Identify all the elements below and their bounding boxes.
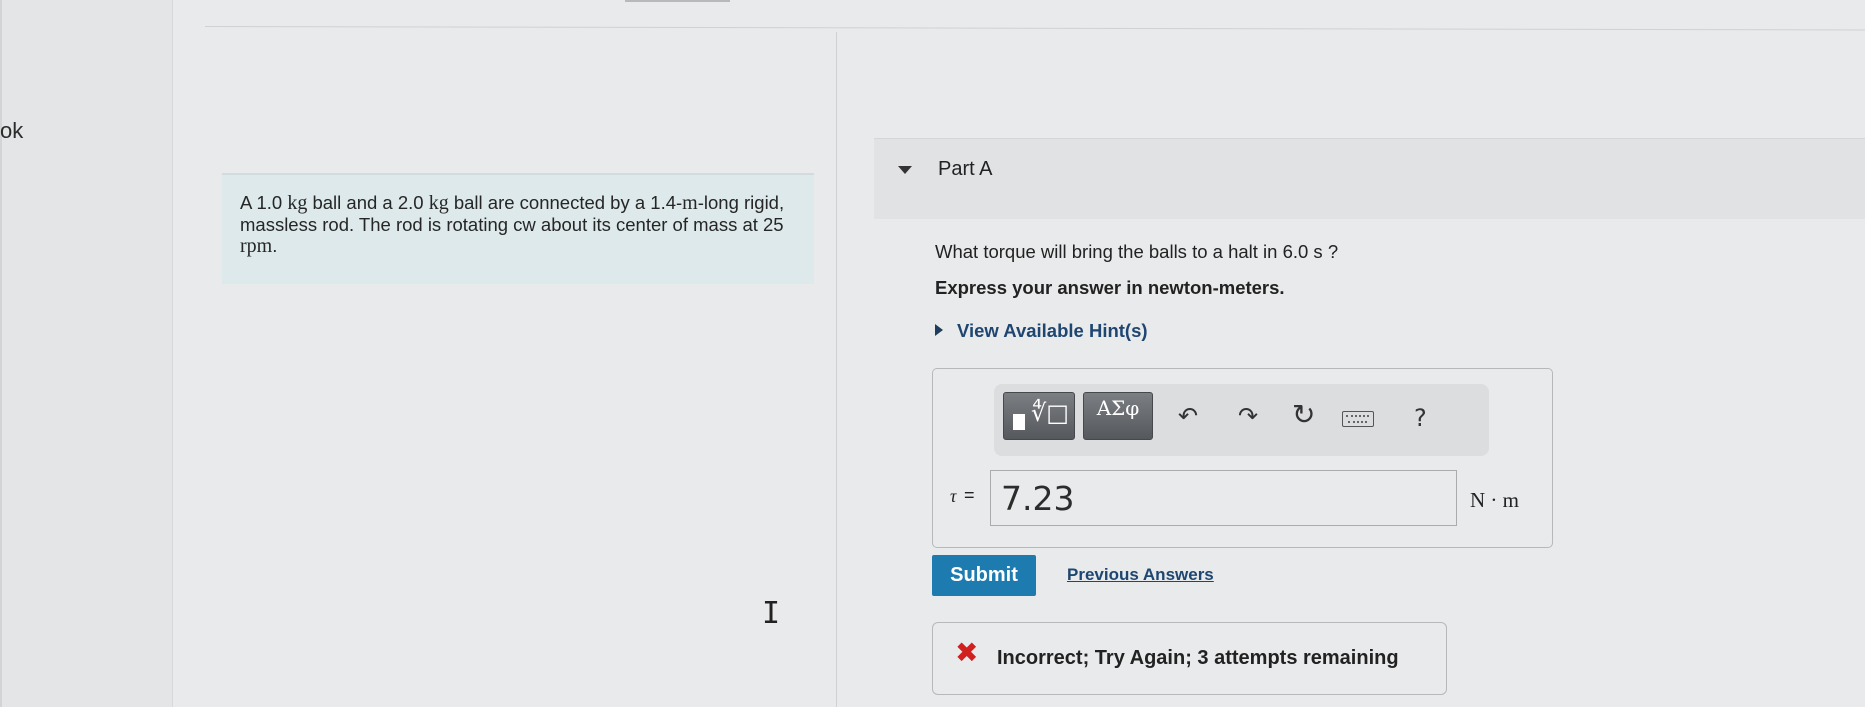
radical-icon: ∜□ (1031, 399, 1069, 427)
unit-kg: kg (287, 192, 308, 214)
templates-button[interactable]: ∜□ (1003, 392, 1075, 440)
top-divider-mark (625, 0, 730, 2)
expand-arrow-icon[interactable] (935, 324, 943, 336)
unit-rpm: rpm (240, 235, 273, 257)
view-hints-link[interactable]: View Available Hint(s) (957, 320, 1148, 342)
problem-statement: A 1.0 kg ball and a 2.0 kg ball are conn… (222, 173, 814, 284)
templates-icon (1013, 414, 1025, 430)
cropped-edge-text: ok (0, 118, 24, 143)
previous-answers-link[interactable]: Previous Answers (1067, 565, 1214, 585)
left-margin (0, 0, 172, 707)
redo-icon[interactable]: ↷ (1238, 402, 1258, 430)
keyboard-icon[interactable] (1342, 411, 1374, 427)
variable-label: τ (950, 486, 957, 506)
problem-text: A 1.0 (240, 192, 288, 213)
reset-icon[interactable]: ↻ (1292, 398, 1315, 431)
help-button[interactable]: ? (1414, 404, 1427, 432)
top-divider (204, 26, 1865, 31)
greek-symbols-button[interactable]: ΑΣφ (1083, 392, 1153, 440)
column-divider-left (172, 0, 173, 707)
column-divider (836, 32, 837, 707)
problem-text: . (272, 235, 278, 256)
collapse-arrow-icon[interactable] (898, 166, 912, 174)
equals-sign: = (964, 485, 975, 505)
unit-kg: kg (428, 192, 449, 214)
problem-text: ball and a 2.0 (307, 192, 429, 213)
units-label: N · m (1470, 488, 1519, 512)
submit-button[interactable]: Submit (932, 555, 1036, 596)
text-cursor-icon: I (762, 596, 781, 631)
question-text: What torque will bring the balls to a ha… (935, 241, 1339, 262)
x-icon: ✖ (955, 636, 979, 669)
undo-icon[interactable]: ↶ (1178, 402, 1198, 430)
feedback-text: Incorrect; Try Again; 3 attempts remaini… (997, 647, 1399, 669)
answer-input[interactable] (990, 470, 1457, 526)
part-title[interactable]: Part A (938, 158, 992, 181)
problem-text: ball are connected by a 1.4- (448, 192, 683, 213)
part-a-header[interactable] (874, 138, 1865, 219)
left-edge (0, 0, 2, 707)
unit-m: m (682, 192, 698, 214)
instruction-text: Express your answer in newton-meters. (935, 277, 1285, 298)
